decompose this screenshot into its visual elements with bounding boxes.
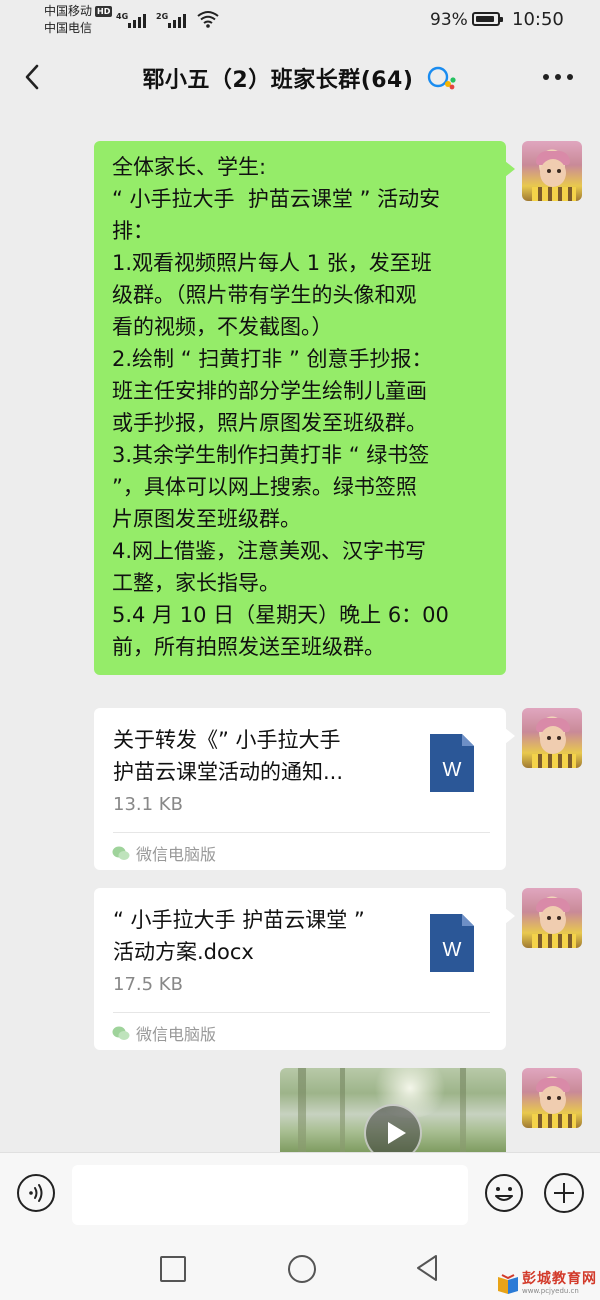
more-functions-button[interactable] <box>544 1173 584 1213</box>
avatar[interactable] <box>522 888 582 948</box>
message-input[interactable] <box>72 1165 468 1225</box>
notice-line: 或手抄报，照片原图发至班级群。 <box>112 411 427 435</box>
notice-line: 级群。（照片带有学生的头像和观 <box>112 283 417 307</box>
recent-apps-button[interactable] <box>160 1256 186 1282</box>
battery-percent: 93% <box>430 10 468 30</box>
divider <box>113 1012 490 1013</box>
notice-line: 5.4 月 10 日（星期天）晚上 6：00 <box>112 603 449 627</box>
home-button[interactable] <box>288 1255 316 1283</box>
notice-line: ”，具体可以网上搜索。绿书签照 <box>112 475 417 499</box>
notice-line: 2.绘制 “ 扫黄打非 ” 创意手抄报： <box>112 347 433 371</box>
avatar[interactable] <box>522 1068 582 1128</box>
file-name-line: “ 小手拉大手 护苗云课堂 ” <box>113 908 365 932</box>
file-source-label: 微信电脑版 <box>136 1025 217 1044</box>
file-source-label: 微信电脑版 <box>136 845 217 864</box>
divider <box>113 832 490 833</box>
file-name: “ 小手拉大手 护苗云课堂 ” 活动方案.docx <box>113 904 393 968</box>
battery-fill <box>476 16 495 22</box>
clock: 10:50 <box>512 9 564 30</box>
notice-line: 看的视频，不发截图。） <box>112 315 333 339</box>
wechat-icon <box>112 1026 130 1040</box>
wechat-icon <box>112 846 130 860</box>
notice-line: 4.网上借鉴，注意美观、汉字书写 <box>112 539 427 563</box>
nav-back-button[interactable] <box>414 1253 440 1283</box>
chat-header: 郓小五（2）班家长群(64) <box>0 44 600 110</box>
notice-line: 1.观看视频照片每人 1 张，发至班 <box>112 251 432 275</box>
notice-line: 班主任安排的部分学生绘制儿童画 <box>112 379 427 403</box>
watermark-url: www.pcjyedu.cn <box>522 1287 579 1295</box>
more-button[interactable] <box>540 66 576 88</box>
file-name-line: 护苗云课堂活动的通知... <box>113 760 344 784</box>
battery-icon <box>472 12 503 26</box>
file-name-line: 活动方案.docx <box>113 940 254 964</box>
file-message-card[interactable]: “ 小手拉大手 护苗云课堂 ” 活动方案.docx 17.5 KB W 微信电脑… <box>94 888 515 1050</box>
chat-title-wrapper: 郓小五（2）班家长群(64) <box>0 62 600 94</box>
word-document-icon: W <box>430 914 474 972</box>
notice-line: 排： <box>112 219 154 243</box>
avatar[interactable] <box>522 708 582 768</box>
video-message-thumbnail[interactable] <box>280 1068 506 1152</box>
hd-badge: HD <box>95 6 113 17</box>
emoji-button[interactable] <box>484 1173 524 1213</box>
signal-indicators: 4G 2G <box>116 10 220 28</box>
carrier-info: 中国移动 HD 中国电信 <box>44 3 113 37</box>
signal-1-icon: 4G <box>116 12 146 28</box>
file-size: 17.5 KB <box>113 974 183 995</box>
signal-1-tag: 4G <box>116 12 129 21</box>
notice-line: 工整，家长指导。 <box>112 571 280 595</box>
status-bar: 中国移动 HD 中国电信 4G 2G 93% 10:50 <box>0 0 600 44</box>
notice-line: 3.其余学生制作扫黄打非 “ 绿书签 <box>112 443 430 467</box>
book-logo-icon <box>498 1274 518 1294</box>
notice-line: “ 小手拉大手 护苗云课堂 ” 活动安 <box>112 187 441 211</box>
chat-input-bar <box>0 1152 600 1241</box>
wecom-icon <box>427 66 456 90</box>
notice-line: 全体家长、学生: <box>112 155 267 179</box>
word-icon-letter: W <box>443 759 462 781</box>
notice-line: 前，所有拍照发送至班级群。 <box>112 635 385 659</box>
carrier-1-name: 中国移动 <box>44 4 93 18</box>
file-source: 微信电脑版 <box>112 1021 216 1045</box>
signal-2-tag: 2G <box>156 12 169 21</box>
avatar[interactable] <box>522 141 582 201</box>
message-bubble-notice[interactable]: 全体家长、学生: “ 小手拉大手 护苗云课堂 ” 活动安 排： 1.观看视频照片… <box>94 141 515 675</box>
notice-line: 片原图发至班级群。 <box>112 507 301 531</box>
file-name-line: 关于转发《” 小手拉大手 <box>113 728 341 752</box>
file-size: 13.1 KB <box>113 794 183 815</box>
file-source: 微信电脑版 <box>112 841 216 865</box>
site-watermark: 彭城教育网 www.pcjyedu.cn <box>496 1272 597 1296</box>
word-document-icon: W <box>430 734 474 792</box>
word-icon-letter: W <box>443 939 462 961</box>
file-name: 关于转发《” 小手拉大手 护苗云课堂活动的通知... <box>113 724 393 788</box>
file-message-card[interactable]: 关于转发《” 小手拉大手 护苗云课堂活动的通知... 13.1 KB W 微信电… <box>94 708 515 870</box>
wifi-icon <box>197 11 219 28</box>
signal-2-icon: 2G <box>156 12 186 28</box>
carrier-2-name: 中国电信 <box>44 21 93 35</box>
watermark-title: 彭城教育网 <box>522 1271 597 1287</box>
voice-input-button[interactable] <box>16 1173 56 1213</box>
chat-title: 郓小五（2）班家长群(64) <box>142 68 414 93</box>
